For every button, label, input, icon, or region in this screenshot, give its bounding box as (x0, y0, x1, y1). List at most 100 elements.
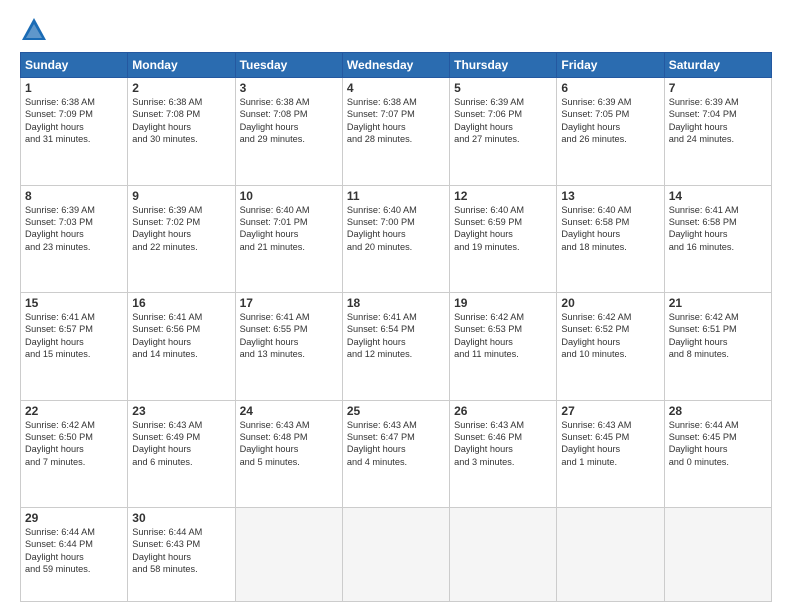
calendar-cell (450, 508, 557, 602)
calendar-day-header: Monday (128, 53, 235, 78)
cell-info: Sunrise: 6:40 AMSunset: 7:01 PMDaylight … (240, 204, 338, 254)
cell-info: Sunrise: 6:39 AMSunset: 7:03 PMDaylight … (25, 204, 123, 254)
calendar-cell: 10Sunrise: 6:40 AMSunset: 7:01 PMDayligh… (235, 185, 342, 293)
calendar-cell: 24Sunrise: 6:43 AMSunset: 6:48 PMDayligh… (235, 400, 342, 508)
calendar-day-header: Thursday (450, 53, 557, 78)
day-number: 7 (669, 81, 767, 95)
cell-info: Sunrise: 6:39 AMSunset: 7:06 PMDaylight … (454, 96, 552, 146)
cell-info: Sunrise: 6:42 AMSunset: 6:52 PMDaylight … (561, 311, 659, 361)
cell-info: Sunrise: 6:42 AMSunset: 6:53 PMDaylight … (454, 311, 552, 361)
day-number: 9 (132, 189, 230, 203)
calendar-cell: 7Sunrise: 6:39 AMSunset: 7:04 PMDaylight… (664, 78, 771, 186)
calendar-cell: 16Sunrise: 6:41 AMSunset: 6:56 PMDayligh… (128, 293, 235, 401)
cell-info: Sunrise: 6:38 AMSunset: 7:07 PMDaylight … (347, 96, 445, 146)
calendar-cell: 6Sunrise: 6:39 AMSunset: 7:05 PMDaylight… (557, 78, 664, 186)
cell-info: Sunrise: 6:44 AMSunset: 6:44 PMDaylight … (25, 526, 123, 576)
calendar-cell: 8Sunrise: 6:39 AMSunset: 7:03 PMDaylight… (21, 185, 128, 293)
calendar-cell: 17Sunrise: 6:41 AMSunset: 6:55 PMDayligh… (235, 293, 342, 401)
day-number: 19 (454, 296, 552, 310)
calendar-cell: 26Sunrise: 6:43 AMSunset: 6:46 PMDayligh… (450, 400, 557, 508)
cell-info: Sunrise: 6:39 AMSunset: 7:04 PMDaylight … (669, 96, 767, 146)
cell-info: Sunrise: 6:39 AMSunset: 7:05 PMDaylight … (561, 96, 659, 146)
cell-info: Sunrise: 6:40 AMSunset: 7:00 PMDaylight … (347, 204, 445, 254)
cell-info: Sunrise: 6:41 AMSunset: 6:56 PMDaylight … (132, 311, 230, 361)
calendar-cell: 1Sunrise: 6:38 AMSunset: 7:09 PMDaylight… (21, 78, 128, 186)
calendar-cell: 4Sunrise: 6:38 AMSunset: 7:07 PMDaylight… (342, 78, 449, 186)
day-number: 16 (132, 296, 230, 310)
cell-info: Sunrise: 6:44 AMSunset: 6:45 PMDaylight … (669, 419, 767, 469)
calendar-cell: 11Sunrise: 6:40 AMSunset: 7:00 PMDayligh… (342, 185, 449, 293)
cell-info: Sunrise: 6:40 AMSunset: 6:58 PMDaylight … (561, 204, 659, 254)
cell-info: Sunrise: 6:44 AMSunset: 6:43 PMDaylight … (132, 526, 230, 576)
calendar-week-row: 29Sunrise: 6:44 AMSunset: 6:44 PMDayligh… (21, 508, 772, 602)
cell-info: Sunrise: 6:41 AMSunset: 6:54 PMDaylight … (347, 311, 445, 361)
calendar-cell: 13Sunrise: 6:40 AMSunset: 6:58 PMDayligh… (557, 185, 664, 293)
calendar-table: SundayMondayTuesdayWednesdayThursdayFrid… (20, 52, 772, 602)
calendar-header-row: SundayMondayTuesdayWednesdayThursdayFrid… (21, 53, 772, 78)
calendar-day-header: Sunday (21, 53, 128, 78)
calendar-day-header: Wednesday (342, 53, 449, 78)
cell-info: Sunrise: 6:38 AMSunset: 7:08 PMDaylight … (132, 96, 230, 146)
calendar-cell: 3Sunrise: 6:38 AMSunset: 7:08 PMDaylight… (235, 78, 342, 186)
calendar-cell: 23Sunrise: 6:43 AMSunset: 6:49 PMDayligh… (128, 400, 235, 508)
calendar-cell: 20Sunrise: 6:42 AMSunset: 6:52 PMDayligh… (557, 293, 664, 401)
calendar-cell (557, 508, 664, 602)
day-number: 27 (561, 404, 659, 418)
calendar-cell (664, 508, 771, 602)
header (20, 16, 772, 44)
calendar-day-header: Saturday (664, 53, 771, 78)
calendar-day-header: Friday (557, 53, 664, 78)
calendar-week-row: 15Sunrise: 6:41 AMSunset: 6:57 PMDayligh… (21, 293, 772, 401)
calendar-day-header: Tuesday (235, 53, 342, 78)
day-number: 8 (25, 189, 123, 203)
calendar-cell: 28Sunrise: 6:44 AMSunset: 6:45 PMDayligh… (664, 400, 771, 508)
day-number: 20 (561, 296, 659, 310)
day-number: 29 (25, 511, 123, 525)
day-number: 25 (347, 404, 445, 418)
day-number: 21 (669, 296, 767, 310)
day-number: 12 (454, 189, 552, 203)
calendar-cell: 12Sunrise: 6:40 AMSunset: 6:59 PMDayligh… (450, 185, 557, 293)
calendar-cell: 9Sunrise: 6:39 AMSunset: 7:02 PMDaylight… (128, 185, 235, 293)
page: SundayMondayTuesdayWednesdayThursdayFrid… (0, 0, 792, 612)
calendar-cell: 19Sunrise: 6:42 AMSunset: 6:53 PMDayligh… (450, 293, 557, 401)
day-number: 3 (240, 81, 338, 95)
day-number: 30 (132, 511, 230, 525)
calendar-cell: 5Sunrise: 6:39 AMSunset: 7:06 PMDaylight… (450, 78, 557, 186)
cell-info: Sunrise: 6:43 AMSunset: 6:48 PMDaylight … (240, 419, 338, 469)
cell-info: Sunrise: 6:38 AMSunset: 7:08 PMDaylight … (240, 96, 338, 146)
day-number: 6 (561, 81, 659, 95)
day-number: 10 (240, 189, 338, 203)
day-number: 17 (240, 296, 338, 310)
day-number: 15 (25, 296, 123, 310)
cell-info: Sunrise: 6:40 AMSunset: 6:59 PMDaylight … (454, 204, 552, 254)
day-number: 1 (25, 81, 123, 95)
calendar-cell (235, 508, 342, 602)
cell-info: Sunrise: 6:42 AMSunset: 6:50 PMDaylight … (25, 419, 123, 469)
calendar-cell: 30Sunrise: 6:44 AMSunset: 6:43 PMDayligh… (128, 508, 235, 602)
day-number: 14 (669, 189, 767, 203)
cell-info: Sunrise: 6:38 AMSunset: 7:09 PMDaylight … (25, 96, 123, 146)
cell-info: Sunrise: 6:43 AMSunset: 6:49 PMDaylight … (132, 419, 230, 469)
day-number: 22 (25, 404, 123, 418)
day-number: 11 (347, 189, 445, 203)
logo-icon (20, 16, 48, 44)
calendar-cell: 21Sunrise: 6:42 AMSunset: 6:51 PMDayligh… (664, 293, 771, 401)
calendar-cell: 14Sunrise: 6:41 AMSunset: 6:58 PMDayligh… (664, 185, 771, 293)
calendar-cell: 25Sunrise: 6:43 AMSunset: 6:47 PMDayligh… (342, 400, 449, 508)
calendar-week-row: 8Sunrise: 6:39 AMSunset: 7:03 PMDaylight… (21, 185, 772, 293)
cell-info: Sunrise: 6:39 AMSunset: 7:02 PMDaylight … (132, 204, 230, 254)
day-number: 23 (132, 404, 230, 418)
calendar-week-row: 22Sunrise: 6:42 AMSunset: 6:50 PMDayligh… (21, 400, 772, 508)
day-number: 26 (454, 404, 552, 418)
day-number: 28 (669, 404, 767, 418)
day-number: 4 (347, 81, 445, 95)
calendar-cell: 18Sunrise: 6:41 AMSunset: 6:54 PMDayligh… (342, 293, 449, 401)
cell-info: Sunrise: 6:43 AMSunset: 6:46 PMDaylight … (454, 419, 552, 469)
calendar-cell: 29Sunrise: 6:44 AMSunset: 6:44 PMDayligh… (21, 508, 128, 602)
cell-info: Sunrise: 6:41 AMSunset: 6:58 PMDaylight … (669, 204, 767, 254)
cell-info: Sunrise: 6:42 AMSunset: 6:51 PMDaylight … (669, 311, 767, 361)
cell-info: Sunrise: 6:41 AMSunset: 6:57 PMDaylight … (25, 311, 123, 361)
day-number: 5 (454, 81, 552, 95)
calendar-cell: 27Sunrise: 6:43 AMSunset: 6:45 PMDayligh… (557, 400, 664, 508)
